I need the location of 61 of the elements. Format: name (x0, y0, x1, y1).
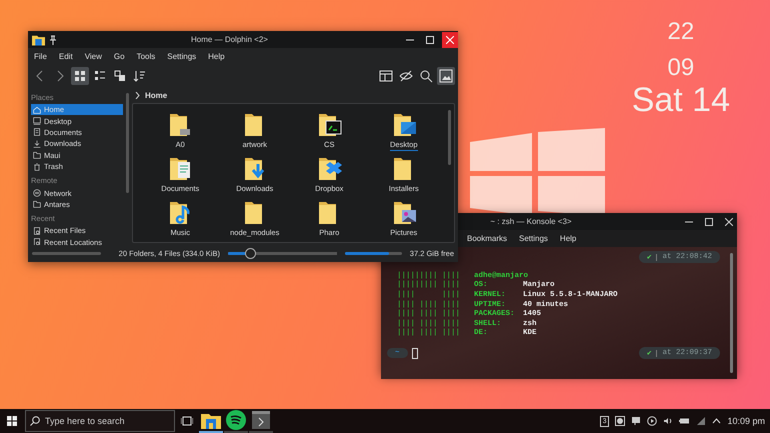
place-icon (33, 226, 41, 235)
place-icon (33, 189, 41, 198)
scrollbar[interactable] (126, 93, 129, 193)
taskbar-app[interactable] (224, 409, 248, 433)
maximize-icon (705, 218, 713, 226)
breadcrumb[interactable]: Home (145, 90, 168, 100)
scrollbar[interactable] (730, 253, 733, 373)
place-icon (33, 106, 41, 114)
folder-icon (32, 34, 45, 46)
menu-item[interactable]: Go (108, 52, 131, 61)
clock-hour: 22 (667, 17, 694, 47)
chat-icon[interactable] (631, 416, 642, 426)
folder-icon (201, 412, 221, 428)
volume-icon[interactable] (663, 416, 674, 426)
folder-icon (316, 112, 342, 138)
close-icon (725, 218, 733, 226)
pin-icon[interactable] (49, 34, 57, 44)
search-input[interactable]: Type here to search (45, 416, 165, 426)
search-icon (30, 416, 40, 426)
window-title: Home — Dolphin <2> (190, 35, 269, 44)
windows-icon (7, 416, 17, 426)
tray-icon[interactable] (615, 416, 626, 426)
grid-icon[interactable] (71, 67, 89, 85)
window-title: ~ : zsh — Konsole <3> (489, 217, 573, 226)
menu-item[interactable]: Help (202, 52, 231, 61)
chevron-up-icon[interactable] (712, 418, 722, 424)
place-icon (33, 128, 41, 136)
search-field[interactable]: Type here to search (25, 410, 175, 432)
wifi-icon[interactable] (696, 416, 706, 426)
menu-item[interactable]: Bookmarks (461, 234, 514, 243)
menu-item[interactable]: Settings (513, 234, 554, 243)
place-icon (33, 140, 41, 148)
menu-item[interactable]: Tools (130, 52, 162, 61)
menu-item[interactable]: File (28, 52, 53, 61)
place-icon (33, 162, 41, 171)
menu-item[interactable]: Help (554, 234, 582, 243)
taskbar-clock[interactable]: 10:09 pm (727, 416, 765, 426)
slider-thumb[interactable] (244, 248, 256, 259)
menu-item[interactable]: Settings (161, 52, 202, 61)
place-icon (33, 238, 41, 245)
terminal-icon (252, 411, 270, 429)
picture-icon[interactable] (437, 67, 455, 85)
place-icon (33, 117, 41, 126)
task-view-icon[interactable] (181, 416, 193, 426)
place-icon (33, 151, 41, 160)
cursor (412, 348, 418, 359)
battery-icon[interactable] (679, 417, 690, 425)
taskbar-app[interactable] (249, 409, 273, 433)
scrollbar[interactable] (448, 110, 451, 165)
chevron-icon (135, 92, 140, 98)
place-icon (33, 200, 41, 208)
close-icon (446, 36, 454, 44)
menu-item[interactable]: View (78, 52, 108, 61)
clock-date: Sat 14 (632, 82, 730, 118)
close-button[interactable] (442, 32, 458, 48)
play-icon[interactable] (647, 416, 658, 426)
maximize-icon (426, 36, 434, 44)
clock-minute: 09 (667, 53, 694, 83)
menu-item[interactable]: Edit (52, 52, 79, 61)
scrollbar[interactable] (32, 252, 101, 255)
folder-icon (316, 156, 342, 182)
